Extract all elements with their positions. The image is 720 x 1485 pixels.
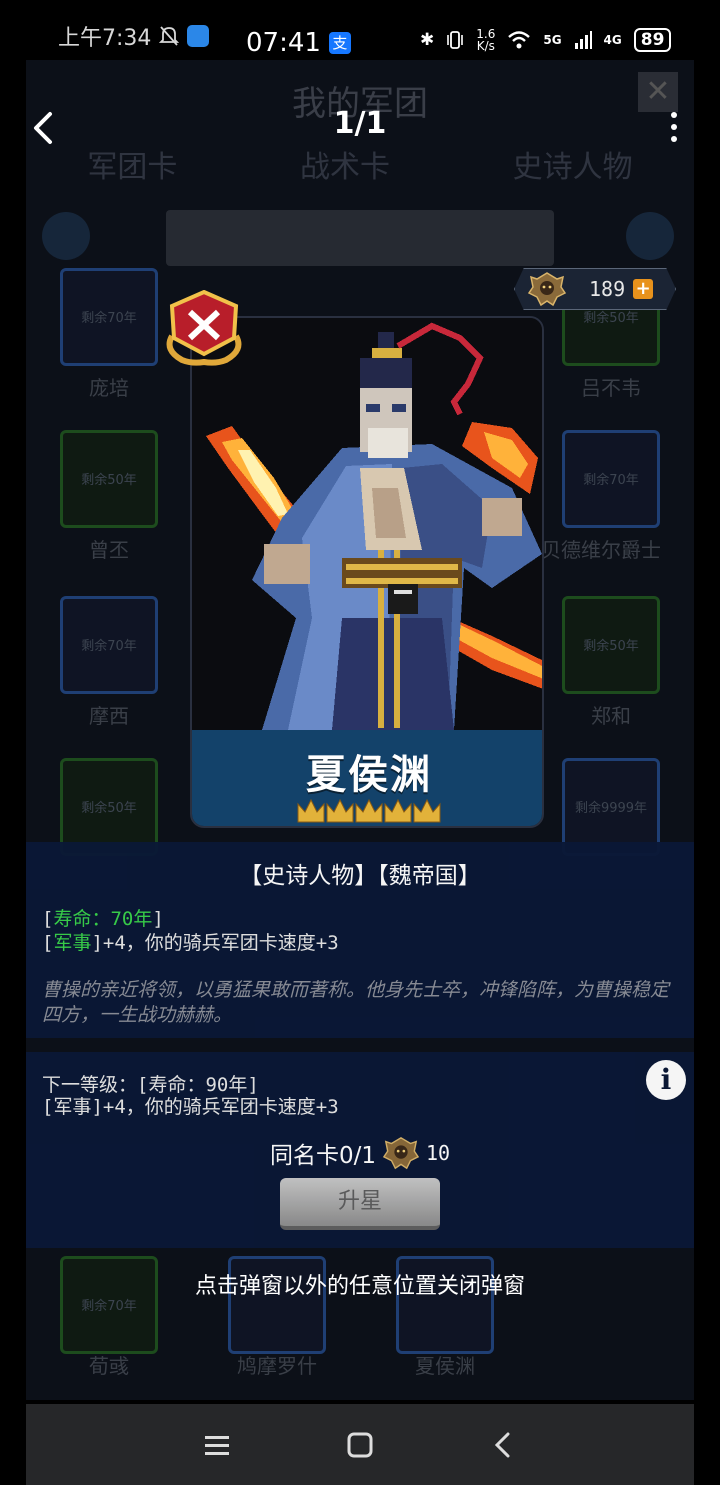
background-card: 剩余50年 [60, 430, 158, 528]
background-card: 剩余50年 [562, 596, 660, 694]
status-time-center: 07:41 [246, 28, 321, 58]
close-popup-hint[interactable]: 点击弹窗以外的任意位置关闭弹窗 [0, 1268, 720, 1300]
wifi-icon [508, 31, 531, 49]
more-options-icon[interactable] [668, 112, 680, 144]
background-menu-icon [42, 212, 90, 260]
signal-5g-label: 5G [543, 33, 562, 47]
hero-description: 曹操的亲近将领，以勇猛果敢而著称。他身先士卒，冲锋陷阵，为曹操稳定四方，一生战功… [42, 979, 670, 1026]
background-card-name: 吕不韦 [581, 376, 641, 400]
status-bar: 上午7:34 07:41 支 ✱ 1.6 K/s 5G 4G 89 [0, 0, 720, 80]
hero-info-panel: 【史诗人物】【魏帝国】 [寿命：70年] [军事]+4，你的骑兵军团卡速度+3 … [26, 842, 694, 1038]
info-icon[interactable]: i [646, 1060, 686, 1100]
mute-bell-icon [159, 26, 180, 46]
back-arrow-icon[interactable] [26, 106, 66, 150]
currency-value: 189 [589, 277, 626, 301]
alipay-icon: 支 [328, 32, 351, 54]
home-icon[interactable] [340, 1425, 380, 1465]
upgrade-cost: 10 [425, 1141, 451, 1165]
background-card-name: 庞培 [89, 376, 129, 400]
next-level-panel: 下一等级：[寿命：90年] [军事]+4，你的骑兵军团卡速度+3 i 同名卡0/… [26, 1052, 694, 1248]
background-card-name: 夏侯渊 [415, 1354, 475, 1378]
background-card: 剩余70年 [60, 596, 158, 694]
background-tabs: 军团卡 战术卡 史诗人物 [26, 142, 694, 186]
status-bar-left: 上午7:34 [58, 20, 210, 52]
status-time-left: 上午7:34 [58, 26, 152, 51]
background-tab-epic-figures: 史诗人物 [512, 150, 633, 185]
background-tab-tactic-cards: 战术卡 [299, 150, 390, 185]
background-card-name: 摩西 [89, 704, 129, 728]
background-card: 剩余70年 [562, 430, 660, 528]
signal-bars-icon [574, 31, 592, 49]
lifespan-value: 寿命：70年 [53, 908, 153, 930]
background-card-name: 鸠摩罗什 [237, 1354, 317, 1378]
duplicate-card-label: 同名卡0/1 [269, 1143, 376, 1169]
background-card-name: 荀彧 [89, 1354, 129, 1378]
lion-crest-icon [382, 1136, 420, 1170]
status-bar-right: ✱ 1.6 K/s 5G 4G 89 [420, 27, 672, 53]
background-card-name: 郑和 [591, 704, 631, 728]
hero-name: 夏侯渊 [306, 752, 432, 798]
duplicate-card-row: 同名卡0/1 10 [26, 1134, 694, 1172]
next-level-effect: [军事]+4，你的骑兵军团卡速度+3 [42, 1096, 339, 1118]
signal-4g-label: 4G [603, 33, 622, 47]
background-filter-icon [626, 212, 674, 260]
battery-indicator: 89 [633, 28, 672, 52]
background-card: 剩余70年 [60, 268, 158, 366]
rank-badge-icon [166, 290, 242, 366]
background-card-name: 贝德维尔爵士 [541, 538, 661, 562]
net-speed: 1.6 K/s [476, 27, 496, 53]
page-counter: 1/1 [333, 106, 387, 141]
vibrate-icon [447, 31, 464, 49]
background-tab-legion-cards: 军团卡 [87, 150, 178, 185]
bluetooth-icon: ✱ [420, 30, 435, 50]
hero-card: 夏侯渊 [190, 316, 544, 828]
upgrade-star-button[interactable]: 升星 [280, 1178, 440, 1230]
background-search-bar [166, 210, 554, 266]
military-tag: 军事 [53, 932, 92, 954]
military-effect: ]+4，你的骑兵军团卡速度+3 [91, 932, 339, 954]
background-card-name: 曾丕 [89, 538, 129, 562]
hero-portrait [192, 318, 542, 730]
system-back-icon[interactable] [483, 1425, 523, 1465]
recent-apps-icon[interactable] [197, 1425, 237, 1465]
military-line: [军事]+4，你的骑兵军团卡速度+3 [42, 932, 339, 954]
hero-category-header: 【史诗人物】【魏帝国】 [239, 863, 481, 889]
lifespan-line: [寿命：70年] [42, 908, 164, 930]
hero-name-panel: 夏侯渊 [192, 730, 542, 826]
lion-crest-icon [527, 272, 567, 307]
add-currency-button[interactable]: + [633, 279, 654, 299]
currency-chip[interactable]: 189 + [514, 268, 676, 310]
crown-rank-icon [297, 798, 441, 823]
system-navigation-bar [26, 1404, 694, 1485]
status-bar-center: 07:41 支 [246, 28, 351, 58]
app-notification-icon [187, 25, 210, 47]
